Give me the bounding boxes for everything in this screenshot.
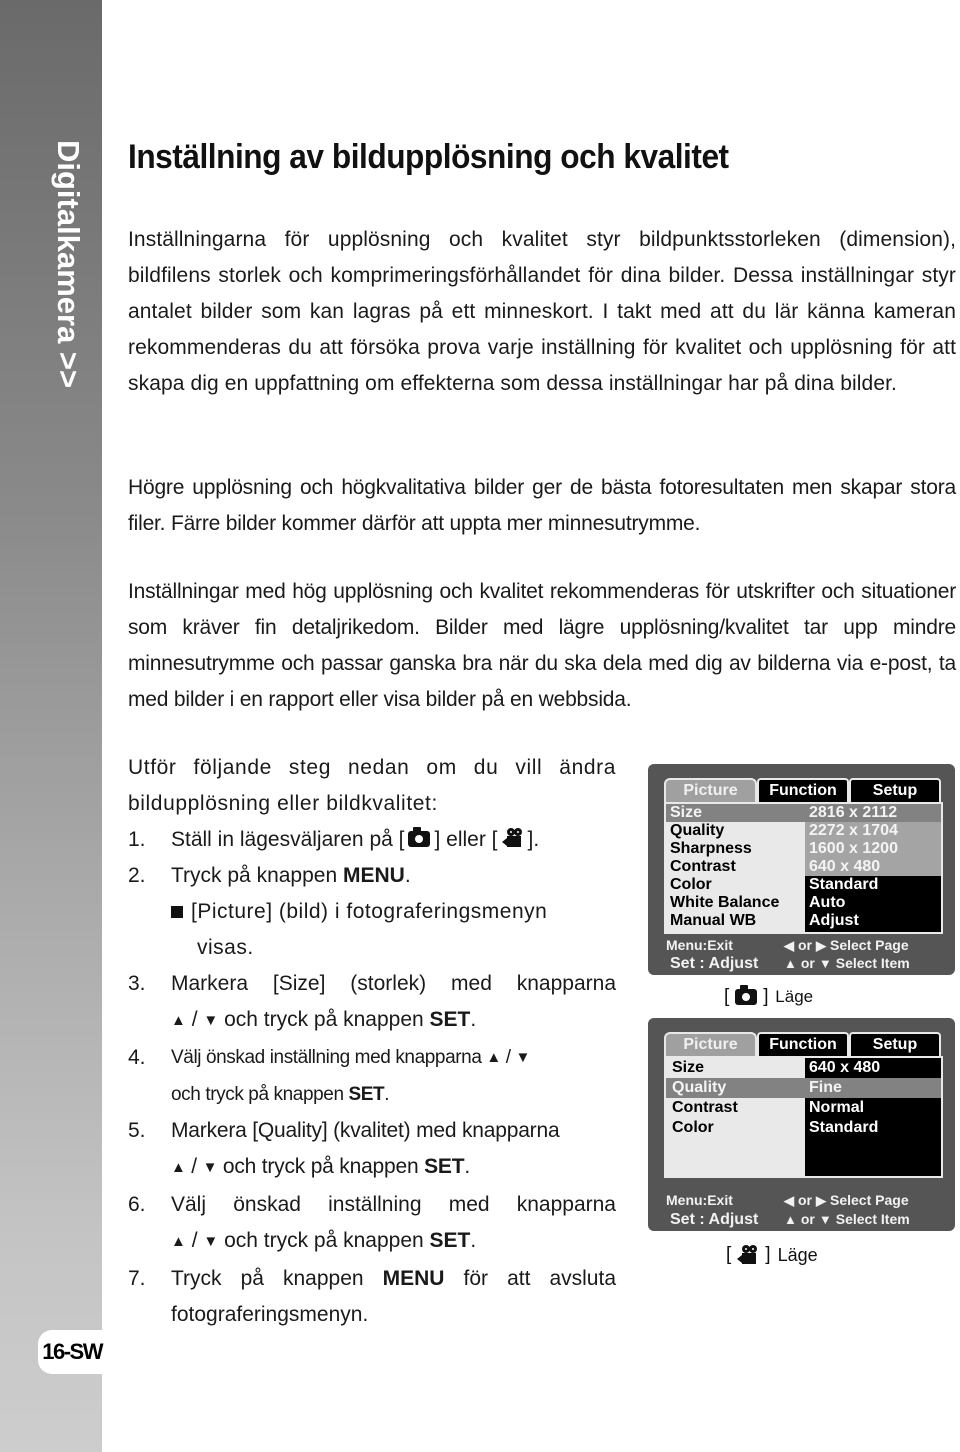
menu-item-contrast[interactable]: Contrast [666, 1098, 805, 1118]
tab-picture[interactable]: Picture [664, 1032, 757, 1056]
quality-option-fine[interactable]: Fine [805, 1078, 941, 1098]
left-arrow-icon: ◀ [784, 938, 794, 953]
contrast-value: Normal [805, 1098, 941, 1118]
menu-item-color[interactable]: Color [666, 1118, 805, 1138]
up-arrow-icon: ▲ [486, 1049, 501, 1066]
menu-item-contrast[interactable]: Contrast [666, 858, 805, 876]
up-arrow-icon: ▲ [171, 1159, 186, 1176]
manual-wb-value: Adjust [805, 912, 941, 932]
paragraph-high-resolution: Högre upplösning och högkvalitativa bild… [128, 476, 956, 535]
menu-item-manual-wb[interactable]: Manual WB [666, 912, 805, 930]
set-button-label: SET [424, 1155, 465, 1178]
menu-item-quality[interactable]: Quality [666, 1078, 805, 1098]
video-camera-icon [737, 1244, 759, 1266]
menu-item-white-balance[interactable]: White Balance [666, 894, 805, 912]
menu-tabs: Picture Function Setup [664, 1032, 943, 1056]
menu-item-size[interactable]: Size [666, 804, 805, 822]
down-arrow-icon: ▼ [515, 1049, 531, 1066]
camera-menu-screen-video: Picture Function Setup Size Quality Cont… [648, 1018, 955, 1231]
menu-item-sharpness[interactable]: Sharpness [666, 840, 805, 858]
size-option-2272x1704[interactable]: 2272 x 1704 [805, 822, 941, 840]
tab-setup[interactable]: Setup [849, 778, 941, 802]
menu-tabs: Picture Function Setup [664, 778, 943, 802]
section-title: Digitalkamera >> [51, 140, 86, 389]
set-button-label: SET [348, 1084, 385, 1105]
menu-panel: Size Quality Contrast Color 640 x 480 Fi… [664, 1056, 943, 1178]
hint-row-exit: Menu:Exit ◀ or ▶ Select Page [666, 937, 909, 953]
menu-items: Size Quality Contrast Color [666, 1058, 805, 1138]
right-arrow-icon: ▶ [816, 1193, 826, 1208]
down-arrow-icon: ▼ [203, 1233, 219, 1250]
left-arrow-icon: ◀ [784, 1193, 794, 1208]
down-arrow-icon: ▼ [203, 1012, 219, 1029]
step-4: 4. Välj önskad inställning med knapparna… [128, 1040, 616, 1113]
paragraph-recommendation: Inställningar med hög upplösning och kva… [128, 580, 956, 711]
up-arrow-icon: ▲ [171, 1012, 186, 1029]
camera-icon [735, 985, 758, 1005]
intro-paragraph: Inställningarna för upplösning och kvali… [128, 228, 956, 395]
up-arrow-icon: ▲ [784, 956, 797, 971]
sidebar: Digitalkamera >> 16-SW [0, 0, 104, 1452]
tab-setup[interactable]: Setup [849, 1032, 941, 1056]
menu-button-label: MENU [342, 864, 405, 887]
white-balance-value: Auto [805, 894, 941, 912]
set-button-label: SET [429, 1008, 471, 1031]
hint-row-adjust: Set : Adjust ▲ or ▼ Select Item [670, 1211, 910, 1228]
step-2-note: [Picture] (bild) i fotograferingsmenyn v… [128, 894, 616, 966]
down-arrow-icon: ▼ [818, 1212, 832, 1227]
tab-function[interactable]: Function [757, 778, 849, 802]
up-arrow-icon: ▲ [171, 1233, 186, 1250]
step-1: 1. Ställ in lägesväljaren på [] eller []… [128, 827, 540, 851]
menu-item-quality[interactable]: Quality [666, 822, 805, 840]
right-arrow-icon: ▶ [816, 938, 826, 953]
menu-button-label: MENU [382, 1267, 445, 1290]
menu-item-size[interactable]: Size [666, 1058, 805, 1078]
menu-panel: Size Quality Sharpness Contrast Color Wh… [664, 802, 943, 934]
tab-picture[interactable]: Picture [664, 778, 757, 802]
down-arrow-icon: ▼ [202, 1159, 218, 1176]
size-option-2816x2112[interactable]: 2816 x 2112 [805, 804, 941, 822]
page-number-tab: 16-SW [38, 1330, 104, 1374]
size-option-1600x1200[interactable]: 1600 x 1200 [805, 840, 941, 858]
menu-values: 2816 x 2112 2272 x 1704 1600 x 1200 640 … [805, 804, 941, 932]
menu-items: Size Quality Sharpness Contrast Color Wh… [666, 804, 805, 930]
hint-row-exit: Menu:Exit ◀ or ▶ Select Page [666, 1192, 909, 1208]
tab-function[interactable]: Function [757, 1032, 849, 1056]
step-2: 2. Tryck på knappen MENU. [128, 864, 411, 887]
camera-menu-screen-photo: Picture Function Setup Size Quality Shar… [648, 764, 955, 975]
hint-row-adjust: Set : Adjust ▲ or ▼ Select Item [670, 955, 910, 972]
camera-icon [408, 827, 431, 847]
menu-item-color[interactable]: Color [666, 876, 805, 894]
menu-values: 640 x 480 Fine Normal Standard [805, 1058, 941, 1176]
color-value: Standard [805, 1118, 941, 1138]
square-bullet-icon [171, 906, 183, 918]
video-camera-icon [501, 827, 524, 849]
color-value: Standard [805, 876, 941, 894]
step-3: 3. Markera [Size] (storlek) med knapparn… [128, 966, 616, 1040]
up-arrow-icon: ▲ [784, 1212, 797, 1227]
size-value: 640 x 480 [805, 1058, 941, 1078]
steps-intro: Utför följande steg nedan om du vill änd… [128, 756, 616, 815]
steps-list: Utför följande steg nedan om du vill änd… [128, 750, 616, 1333]
step-6: 6. Välj önskad inställning med knapparna… [128, 1187, 616, 1261]
step-5: 5. Markera [Quality] (kvalitet) med knap… [128, 1113, 616, 1187]
page-number: 16-SW [42, 1339, 103, 1364]
photo-mode-caption: [] Läge [724, 985, 814, 1007]
step-7: 7. Tryck på knappen MENU för att avsluta… [128, 1267, 616, 1326]
video-mode-caption: [] Läge [726, 1244, 818, 1266]
size-option-640x480[interactable]: 640 x 480 [805, 858, 941, 876]
page-title: Inställning av bildupplösning och kvalit… [128, 138, 729, 176]
set-button-label: SET [429, 1229, 471, 1252]
down-arrow-icon: ▼ [818, 956, 832, 971]
